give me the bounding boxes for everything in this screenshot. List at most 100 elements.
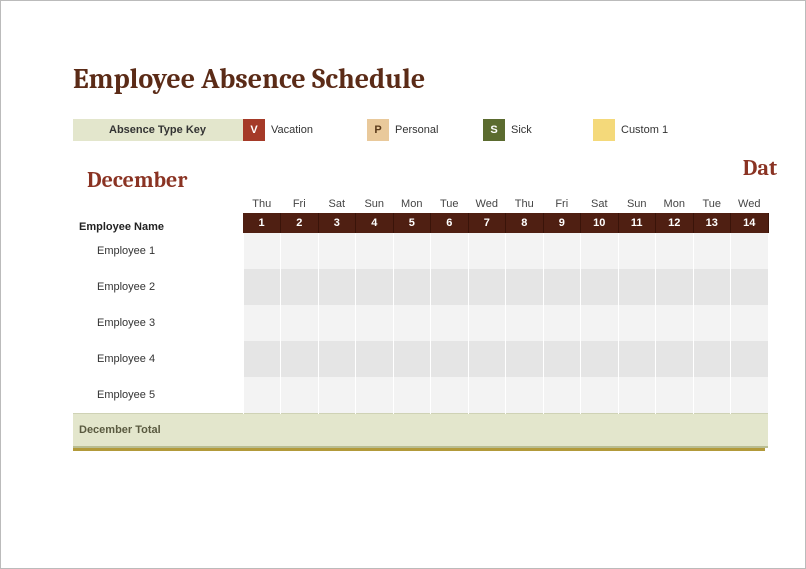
absence-cell[interactable] bbox=[318, 269, 356, 305]
absence-cell[interactable] bbox=[243, 305, 281, 341]
absence-cell[interactable] bbox=[656, 341, 694, 377]
absence-cell[interactable] bbox=[618, 341, 656, 377]
absence-cell[interactable] bbox=[356, 305, 394, 341]
absence-cell[interactable] bbox=[431, 269, 469, 305]
absence-cell[interactable] bbox=[506, 269, 544, 305]
absence-cell[interactable] bbox=[243, 269, 281, 305]
content-area: Employee Absence Schedule Absence Type K… bbox=[1, 1, 805, 491]
absence-cell[interactable] bbox=[468, 377, 506, 413]
absence-cell[interactable] bbox=[356, 341, 394, 377]
absence-cell[interactable] bbox=[731, 233, 769, 269]
absence-cell[interactable] bbox=[468, 233, 506, 269]
absence-cell[interactable] bbox=[731, 377, 769, 413]
weekday-cell: Mon bbox=[393, 195, 431, 213]
page-frame: Employee Absence Schedule Absence Type K… bbox=[0, 0, 806, 569]
date-cell: 1 bbox=[243, 213, 281, 233]
absence-cell[interactable] bbox=[393, 341, 431, 377]
table-row: Employee 5 bbox=[73, 377, 768, 413]
absence-cell[interactable] bbox=[243, 341, 281, 377]
absence-cell[interactable] bbox=[693, 305, 731, 341]
vacation-swatch: V bbox=[243, 119, 265, 141]
absence-cell[interactable] bbox=[506, 233, 544, 269]
employee-name-cell[interactable]: Employee 4 bbox=[73, 341, 243, 377]
absence-cell[interactable] bbox=[243, 377, 281, 413]
absence-cell[interactable] bbox=[431, 341, 469, 377]
absence-cell[interactable] bbox=[618, 305, 656, 341]
absence-cell[interactable] bbox=[693, 341, 731, 377]
absence-cell[interactable] bbox=[318, 305, 356, 341]
absence-cell[interactable] bbox=[581, 233, 619, 269]
table-row: Employee 3 bbox=[73, 305, 768, 341]
absence-cell[interactable] bbox=[731, 305, 769, 341]
weekday-cell: Sat bbox=[318, 195, 356, 213]
absence-cell[interactable] bbox=[543, 305, 581, 341]
employee-name-cell[interactable]: Employee 1 bbox=[73, 233, 243, 269]
absence-cell[interactable] bbox=[693, 269, 731, 305]
total-cell bbox=[543, 413, 581, 447]
absence-cell[interactable] bbox=[281, 233, 319, 269]
absence-key-bar: Absence Type Key V Vacation P Personal S… bbox=[73, 119, 765, 141]
weekday-cell: Tue bbox=[431, 195, 469, 213]
schedule-grid: Employee Name Thu Fri Sat Sun Mon Tue We… bbox=[73, 195, 769, 448]
absence-cell[interactable] bbox=[431, 233, 469, 269]
absence-cell[interactable] bbox=[543, 341, 581, 377]
absence-cell[interactable] bbox=[281, 341, 319, 377]
table-row: Employee 2 bbox=[73, 269, 768, 305]
total-cell bbox=[281, 413, 319, 447]
absence-cell[interactable] bbox=[543, 233, 581, 269]
absence-cell[interactable] bbox=[281, 377, 319, 413]
employee-name-cell[interactable]: Employee 5 bbox=[73, 377, 243, 413]
absence-cell[interactable] bbox=[656, 233, 694, 269]
weekday-cell: Thu bbox=[243, 195, 281, 213]
absence-cell[interactable] bbox=[656, 377, 694, 413]
date-cell: 6 bbox=[431, 213, 469, 233]
absence-cell[interactable] bbox=[468, 269, 506, 305]
absence-cell[interactable] bbox=[618, 377, 656, 413]
absence-cell[interactable] bbox=[506, 341, 544, 377]
absence-cell[interactable] bbox=[656, 305, 694, 341]
absence-cell[interactable] bbox=[431, 377, 469, 413]
absence-cell[interactable] bbox=[356, 377, 394, 413]
absence-cell[interactable] bbox=[318, 341, 356, 377]
total-cell bbox=[581, 413, 619, 447]
absence-cell[interactable] bbox=[393, 269, 431, 305]
weekday-cell: Mon bbox=[656, 195, 694, 213]
absence-cell[interactable] bbox=[393, 233, 431, 269]
absence-cell[interactable] bbox=[581, 377, 619, 413]
absence-cell[interactable] bbox=[468, 341, 506, 377]
absence-cell[interactable] bbox=[581, 341, 619, 377]
absence-cell[interactable] bbox=[393, 305, 431, 341]
absence-cell[interactable] bbox=[431, 305, 469, 341]
date-cell: 8 bbox=[506, 213, 544, 233]
absence-cell[interactable] bbox=[656, 269, 694, 305]
absence-cell[interactable] bbox=[356, 269, 394, 305]
absence-cell[interactable] bbox=[318, 233, 356, 269]
employee-name-cell[interactable]: Employee 2 bbox=[73, 269, 243, 305]
absence-cell[interactable] bbox=[618, 269, 656, 305]
total-cell bbox=[506, 413, 544, 447]
absence-cell[interactable] bbox=[506, 377, 544, 413]
personal-swatch: P bbox=[367, 119, 389, 141]
absence-cell[interactable] bbox=[731, 341, 769, 377]
absence-cell[interactable] bbox=[618, 233, 656, 269]
absence-cell[interactable] bbox=[468, 305, 506, 341]
absence-cell[interactable] bbox=[693, 377, 731, 413]
absence-cell[interactable] bbox=[693, 233, 731, 269]
absence-cell[interactable] bbox=[581, 269, 619, 305]
absence-cell[interactable] bbox=[543, 269, 581, 305]
absence-cell[interactable] bbox=[506, 305, 544, 341]
absence-cell[interactable] bbox=[281, 305, 319, 341]
total-row: December Total bbox=[73, 413, 768, 447]
absence-cell[interactable] bbox=[281, 269, 319, 305]
absence-cell[interactable] bbox=[581, 305, 619, 341]
absence-cell[interactable] bbox=[543, 377, 581, 413]
employee-name-cell[interactable]: Employee 3 bbox=[73, 305, 243, 341]
absence-cell[interactable] bbox=[356, 233, 394, 269]
absence-cell[interactable] bbox=[731, 269, 769, 305]
absence-cell[interactable] bbox=[393, 377, 431, 413]
absence-cell[interactable] bbox=[243, 233, 281, 269]
date-cell: 12 bbox=[656, 213, 694, 233]
date-cell: 7 bbox=[468, 213, 506, 233]
custom1-swatch bbox=[593, 119, 615, 141]
absence-cell[interactable] bbox=[318, 377, 356, 413]
